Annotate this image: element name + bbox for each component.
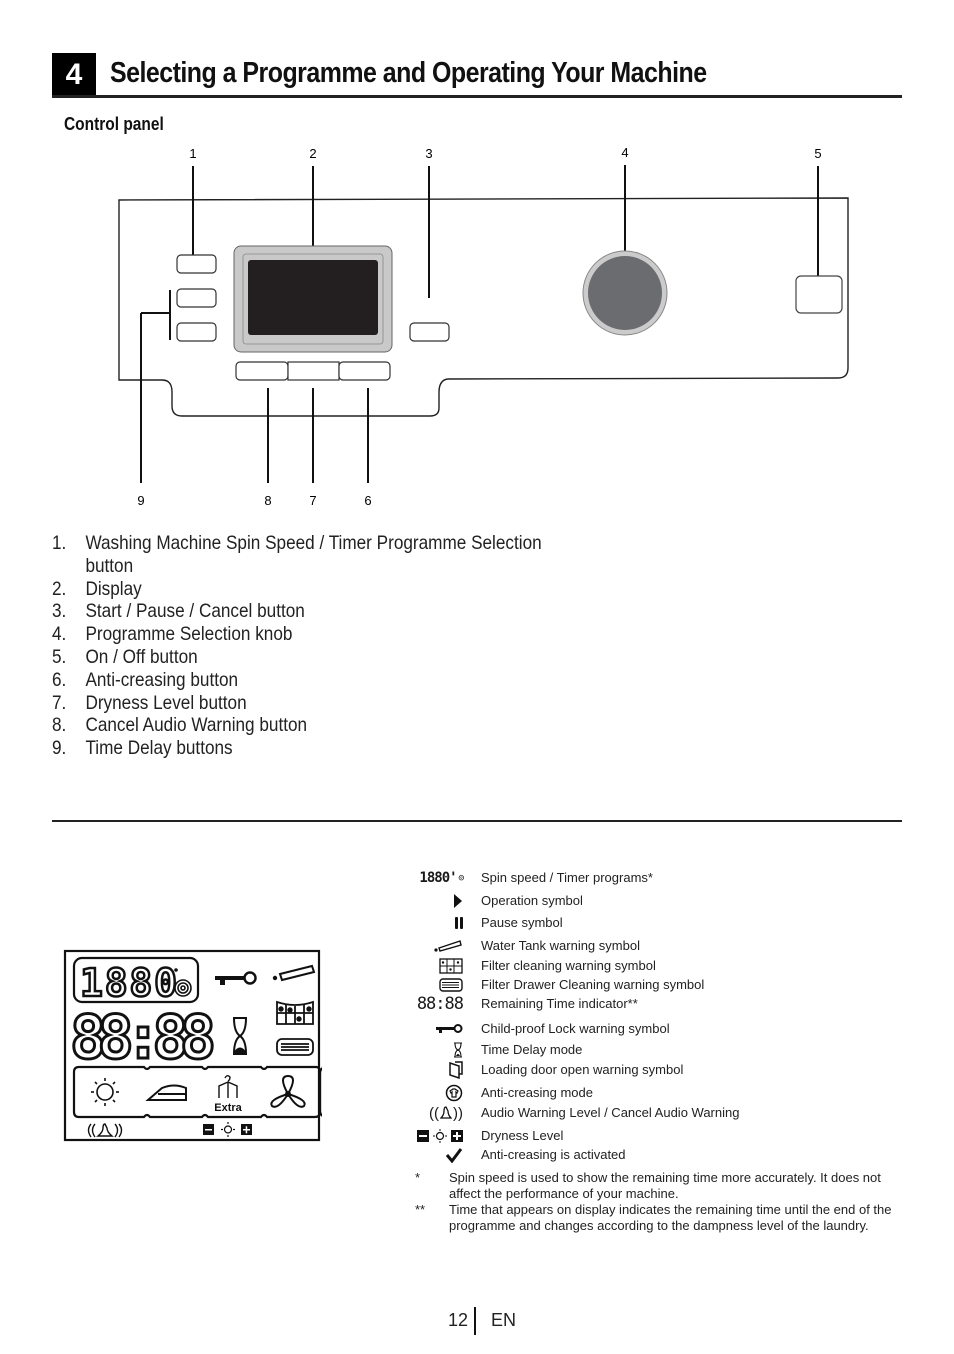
play-icon	[453, 891, 463, 911]
start-pause-cancel-button[interactable]	[409, 322, 450, 342]
callout-6: 6	[364, 493, 371, 508]
water-tank-icon	[433, 936, 463, 956]
bell-icon: (())	[429, 1104, 463, 1122]
control-panel-subtitle: Control panel	[64, 114, 164, 134]
legend-item: Filter Drawer Cleaning warning symbol	[405, 975, 915, 995]
callout-7: 7	[309, 493, 316, 508]
dryness-level-button[interactable]	[287, 361, 340, 381]
language-code: EN	[491, 1310, 517, 1330]
legend-item: (()) Audio Warning Level / Cancel Audio …	[429, 1104, 740, 1122]
section-rule	[52, 95, 902, 98]
time-delay-up-button[interactable]	[176, 288, 217, 308]
spin-speed-icon: 1880' ◎	[419, 870, 464, 886]
door-icon	[449, 1060, 463, 1080]
callout-4: 4	[621, 145, 628, 160]
control-panel-diagram: 1 2 3 4 5 6 7 8 9	[118, 145, 849, 508]
callout-1: 1	[189, 146, 196, 161]
section-number: 4	[52, 53, 96, 97]
legend-item: Child-proof Lock warning symbol	[405, 1019, 915, 1039]
section-title: Selecting a Programme and Operating Your…	[110, 57, 707, 89]
extra-label: Extra	[214, 1102, 242, 1114]
callout-5: 5	[814, 146, 821, 161]
footnote: * Spin speed is used to show the remainin…	[415, 1170, 881, 1201]
parts-list-item: 3. Start / Pause / Cancel button	[52, 600, 305, 623]
legend-item: Time Delay mode	[405, 1040, 915, 1060]
check-icon	[445, 1145, 463, 1165]
callout-8: 8	[264, 493, 271, 508]
parts-list-item: 2. Display	[52, 577, 142, 600]
key-icon	[435, 1019, 463, 1039]
spin-speed-button[interactable]	[176, 254, 217, 274]
hourglass-icon	[453, 1040, 463, 1060]
anti-crease-icon	[445, 1083, 463, 1103]
legend-item: Loading door open warning symbol	[405, 1060, 915, 1080]
callout-3: 3	[425, 146, 432, 161]
legend-item: Operation symbol	[405, 891, 915, 911]
footer-divider	[474, 1307, 476, 1335]
lcd-display-diagram: 1880 88:88 Extra	[63, 949, 322, 1142]
callout-9: 9	[137, 493, 144, 508]
legend-item: Anti-creasing mode	[405, 1083, 915, 1103]
lcd-time-digits: 88:88	[70, 1003, 216, 1073]
anti-crease-box	[318, 1067, 322, 1117]
remaining-time-icon: 88:88	[416, 994, 464, 1014]
parts-list-item: 4. Programme Selection knob	[52, 623, 293, 646]
filter-drawer-icon	[439, 975, 463, 995]
legend-item: Anti-creasing is activated	[405, 1145, 915, 1165]
page-number: 12	[448, 1310, 469, 1330]
pause-icon	[455, 913, 463, 933]
parts-list-item: 9. Time Delay buttons	[52, 737, 233, 760]
parts-list-item: 7. Dryness Level button	[52, 691, 247, 714]
display-screen	[248, 260, 378, 335]
callout-2: 2	[309, 146, 316, 161]
time-delay-down-button[interactable]	[176, 322, 217, 342]
legend-item: Filter cleaning warning symbol	[405, 956, 915, 976]
legend-item: Pause symbol	[405, 913, 915, 933]
legend-item: 1880' ◎ Spin speed / Timer programs*	[419, 870, 653, 886]
parts-list-item: 8. Cancel Audio Warning button	[52, 714, 308, 737]
footnotes: * Spin speed is used to show the remainin…	[415, 1170, 915, 1234]
legend-item: 88:88 Remaining Time indicator**	[416, 994, 638, 1014]
section-divider	[52, 820, 902, 822]
on-off-button[interactable]	[795, 275, 843, 314]
parts-list: 1. Washing Machine Spin Speed / Timer Pro…	[52, 532, 620, 760]
cancel-audio-warning-button[interactable]	[235, 361, 289, 381]
parts-list-item: 1. Washing Machine Spin Speed / Timer Pro…	[52, 532, 542, 577]
legend-item: Water Tank warning symbol	[405, 936, 915, 956]
footnote: ** Time that appears on display indicates…	[415, 1202, 892, 1233]
anti-creasing-button[interactable]	[338, 361, 391, 381]
parts-list-item: 5. On / Off button	[52, 645, 198, 668]
parts-list-item: 6. Anti-creasing button	[52, 668, 239, 691]
filter-icon	[439, 956, 463, 976]
legend-item: Dryness Level	[405, 1126, 915, 1146]
dryness-icon	[417, 1126, 463, 1146]
panel-outline	[118, 197, 849, 417]
